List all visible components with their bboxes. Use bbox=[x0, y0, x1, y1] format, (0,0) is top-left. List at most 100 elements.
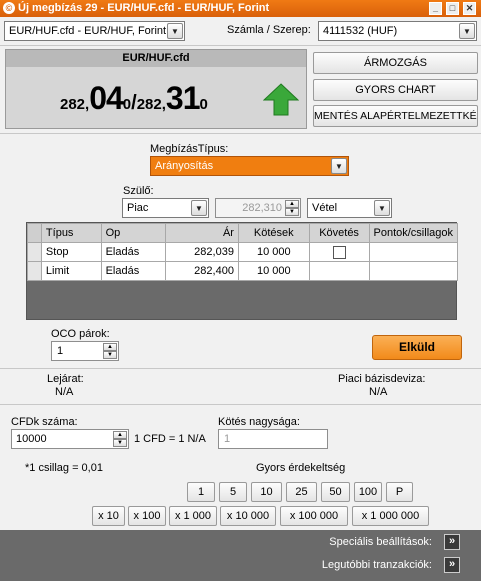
parent-side-select[interactable]: Vétel ▼ bbox=[307, 198, 392, 218]
instrument-select-value: EUR/HUF.cfd - EUR/HUF, Forint bbox=[9, 25, 167, 37]
table-row[interactable]: Limit Eladás 282,400 10 000 bbox=[27, 261, 458, 281]
chevron-down-icon[interactable]: ▼ bbox=[191, 200, 207, 216]
ask-price-small: 282, bbox=[136, 96, 166, 113]
row-header[interactable] bbox=[27, 261, 42, 281]
leg-trailing-cell[interactable] bbox=[308, 261, 370, 281]
spin-down-icon[interactable]: ▼ bbox=[285, 208, 299, 216]
close-button[interactable]: ✕ bbox=[463, 2, 476, 15]
submit-button[interactable]: Elküld bbox=[372, 335, 462, 360]
oco-value: 1 bbox=[57, 345, 64, 357]
quick-chart-button[interactable]: GYORS CHART bbox=[313, 79, 478, 101]
oco-input[interactable]: 1 ▲ ▼ bbox=[51, 341, 119, 361]
app-logo-icon: © bbox=[3, 2, 15, 14]
quick-interest-button[interactable]: 100 bbox=[354, 482, 382, 502]
ask-price-tail: 0 bbox=[199, 96, 208, 113]
multiplier-button[interactable]: x 1 000 bbox=[169, 506, 217, 526]
expiry-value: N/A bbox=[55, 386, 74, 398]
trade-size-input[interactable]: 1 bbox=[218, 429, 328, 449]
quick-interest-button[interactable]: 10 bbox=[251, 482, 282, 502]
leg-points-cell[interactable] bbox=[368, 261, 458, 281]
leg-price-cell[interactable]: 282,039 bbox=[165, 242, 239, 262]
price-movement-button[interactable]: ÁRMOZGÁS bbox=[313, 52, 478, 74]
quote-prices: 282,040/282,310 bbox=[60, 80, 208, 117]
footer-panel: Speciális beállítások: » Legutóbbi tranz… bbox=[0, 530, 481, 581]
parent-price-input[interactable]: 282,310 ▲ ▼ bbox=[215, 198, 301, 218]
spin-up-icon[interactable]: ▲ bbox=[113, 431, 127, 439]
star-note: *1 csillag = 0,01 bbox=[25, 462, 103, 474]
multiplier-button[interactable]: x 10 bbox=[92, 506, 125, 526]
table-row[interactable]: Stop Eladás 282,039 10 000 bbox=[27, 242, 458, 262]
quick-interest-button[interactable]: 50 bbox=[321, 482, 350, 502]
spin-down-icon[interactable]: ▼ bbox=[113, 439, 127, 447]
bid-price-big: 04 bbox=[89, 80, 124, 116]
save-default-button[interactable]: MENTÉS ALAPÉRTELMEZETTKÉNT bbox=[313, 105, 478, 127]
account-select[interactable]: 4111532 (HUF) ▼ bbox=[318, 21, 477, 41]
recent-trades-label[interactable]: Legutóbbi tranzakciók: bbox=[322, 559, 432, 571]
maximize-button[interactable]: □ bbox=[446, 2, 459, 15]
expand-icon[interactable]: » bbox=[444, 534, 460, 550]
base-currency-label: Piaci bázisdeviza: bbox=[338, 373, 426, 385]
special-settings-label[interactable]: Speciális beállítások: bbox=[329, 536, 432, 548]
legs-table-header-row: Típus Op Ár Kötések Követés Pontok/csill… bbox=[27, 223, 458, 243]
column-header[interactable]: Típus bbox=[40, 223, 102, 243]
multiplier-button[interactable]: x 1 000 000 bbox=[352, 506, 429, 526]
account-select-value: 4111532 (HUF) bbox=[323, 25, 398, 37]
parent-type-value: Piac bbox=[127, 202, 149, 214]
order-type-label: MegbízásTípus: bbox=[150, 143, 229, 155]
quick-interest-label: Gyors érdekeltség bbox=[256, 462, 346, 474]
column-header[interactable]: Pontok/csillagok bbox=[368, 223, 458, 243]
cfd-count-label: CFDk száma: bbox=[11, 416, 78, 428]
legs-table: Típus Op Ár Kötések Követés Pontok/csill… bbox=[27, 223, 458, 281]
window-title-bar: © Új megbízás 29 - EUR/HUF.cfd - EUR/HUF… bbox=[0, 0, 481, 17]
spin-up-icon[interactable]: ▲ bbox=[285, 200, 299, 208]
account-label: Számla / Szerep: bbox=[227, 24, 311, 36]
quote-symbol: EUR/HUF.cfd bbox=[6, 50, 306, 67]
order-type-select[interactable]: Arányosítás ▼ bbox=[150, 156, 349, 176]
divider bbox=[0, 368, 481, 369]
trade-size-label: Kötés nagysága: bbox=[218, 416, 300, 428]
cfd-count-input[interactable]: 10000 ▲ ▼ bbox=[11, 429, 129, 449]
column-header[interactable]: Kötések bbox=[237, 223, 310, 243]
row-header[interactable] bbox=[27, 242, 42, 262]
parent-type-select[interactable]: Piac ▼ bbox=[122, 198, 209, 218]
arrow-up-icon bbox=[263, 83, 299, 116]
quick-interest-button[interactable]: 5 bbox=[219, 482, 247, 502]
column-header[interactable]: Op bbox=[100, 223, 167, 243]
leg-op-cell[interactable]: Eladás bbox=[100, 261, 167, 281]
leg-type-cell[interactable]: Limit bbox=[40, 261, 102, 281]
leg-type-cell[interactable]: Stop bbox=[40, 242, 102, 262]
trade-size-placeholder: 1 bbox=[224, 433, 231, 445]
leg-qty-cell[interactable]: 10 000 bbox=[237, 261, 310, 281]
multiplier-button[interactable]: x 100 000 bbox=[280, 506, 348, 526]
chevron-down-icon[interactable]: ▼ bbox=[167, 23, 183, 39]
chevron-down-icon[interactable]: ▼ bbox=[374, 200, 390, 216]
ask-price-big: 31 bbox=[165, 80, 201, 116]
parent-price-placeholder: 282,310 bbox=[242, 202, 282, 214]
column-header[interactable]: Követés bbox=[308, 223, 370, 243]
chevron-down-icon[interactable]: ▼ bbox=[459, 23, 475, 39]
order-type-value: Arányosítás bbox=[155, 160, 214, 172]
minimize-button[interactable]: _ bbox=[429, 2, 442, 15]
trailing-checkbox[interactable] bbox=[332, 245, 346, 259]
multiplier-button[interactable]: x 100 bbox=[128, 506, 166, 526]
quick-interest-button[interactable]: 1 bbox=[187, 482, 215, 502]
expand-icon[interactable]: » bbox=[444, 557, 460, 573]
window-title: Új megbízás 29 - EUR/HUF.cfd - EUR/HUF, … bbox=[18, 2, 270, 14]
quick-interest-button[interactable]: 25 bbox=[286, 482, 317, 502]
spin-up-icon[interactable]: ▲ bbox=[103, 343, 117, 351]
row-header-corner bbox=[27, 223, 42, 243]
quick-interest-button[interactable]: P bbox=[386, 482, 413, 502]
leg-op-cell[interactable]: Eladás bbox=[100, 242, 167, 262]
leg-qty-cell[interactable]: 10 000 bbox=[237, 242, 310, 262]
column-header[interactable]: Ár bbox=[165, 223, 239, 243]
leg-trailing-cell[interactable] bbox=[308, 242, 370, 262]
instrument-select[interactable]: EUR/HUF.cfd - EUR/HUF, Forint ▼ bbox=[4, 21, 185, 41]
multiplier-button[interactable]: x 10 000 bbox=[220, 506, 276, 526]
bid-price-small: 282, bbox=[60, 96, 90, 113]
spin-down-icon[interactable]: ▼ bbox=[103, 351, 117, 359]
leg-price-cell[interactable]: 282,400 bbox=[165, 261, 239, 281]
chevron-down-icon[interactable]: ▼ bbox=[331, 158, 347, 174]
leg-points-cell[interactable] bbox=[368, 242, 458, 262]
quote-panel: EUR/HUF.cfd 282,040/282,310 bbox=[5, 49, 307, 129]
oco-label: OCO párok: bbox=[51, 328, 110, 340]
